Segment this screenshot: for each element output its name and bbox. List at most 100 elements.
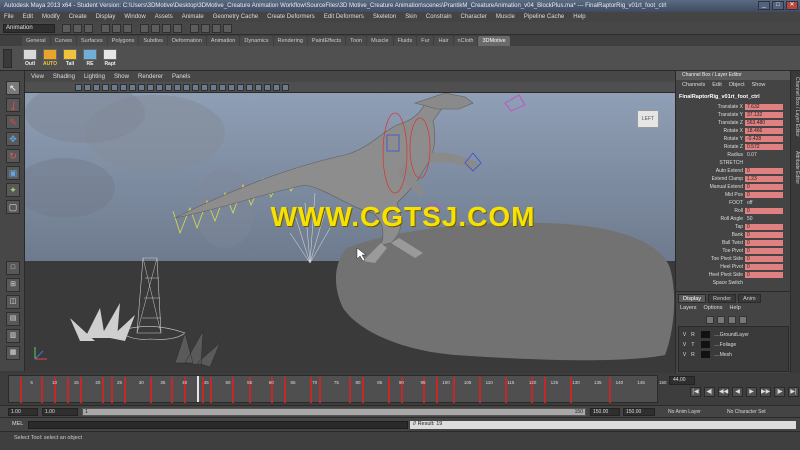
shelf-button-outliner[interactable]: Outl bbox=[22, 49, 38, 68]
cb-menu-show[interactable]: Show bbox=[752, 82, 766, 88]
tab-display[interactable]: Display bbox=[678, 294, 707, 303]
history-icon[interactable] bbox=[190, 24, 199, 33]
move-layer-down-icon[interactable] bbox=[717, 316, 725, 324]
tab-anim[interactable]: Anim bbox=[738, 294, 761, 303]
channel-name[interactable]: Auto Extend bbox=[679, 168, 745, 175]
channel-name[interactable]: Heel Pivot Side bbox=[679, 272, 745, 279]
channel-name[interactable]: Translate Z bbox=[679, 120, 745, 127]
channel-value[interactable]: 0 bbox=[745, 240, 783, 246]
smooth-shade-icon[interactable] bbox=[174, 83, 181, 91]
gate-mask-icon[interactable] bbox=[129, 83, 136, 91]
menu-edit-deformers[interactable]: Edit Deformers bbox=[324, 14, 364, 20]
channel-value[interactable]: 0 bbox=[745, 248, 783, 254]
textured-icon[interactable] bbox=[192, 83, 199, 91]
keyframe-marker[interactable] bbox=[284, 377, 287, 403]
ambient-occlusion-icon[interactable] bbox=[255, 83, 262, 91]
channel-name[interactable]: Tap bbox=[679, 224, 745, 231]
channel-row[interactable]: Bank 0 bbox=[679, 232, 789, 239]
channel-row[interactable]: FOOT off bbox=[679, 200, 789, 207]
channel-value[interactable] bbox=[745, 160, 783, 166]
shelf-tab-surfaces[interactable]: Surfaces bbox=[77, 35, 107, 46]
grid-icon[interactable] bbox=[102, 83, 109, 91]
step-forward-key-button[interactable]: ▶▶ bbox=[760, 387, 771, 397]
channel-value[interactable]: 0 bbox=[745, 184, 783, 190]
render-settings-icon[interactable] bbox=[223, 24, 232, 33]
panel-menu-panels[interactable]: Panels bbox=[172, 74, 190, 80]
menu-animate[interactable]: Animate bbox=[182, 14, 204, 20]
channel-value[interactable]: 0 bbox=[745, 264, 783, 270]
layer-color-swatch[interactable] bbox=[700, 351, 710, 359]
channel-row[interactable]: Manual Extend 0 bbox=[679, 184, 789, 191]
channel-name[interactable]: Space Switch bbox=[679, 280, 745, 287]
channel-row[interactable]: Translate X 7.632 bbox=[679, 104, 789, 111]
menu-display[interactable]: Display bbox=[96, 14, 116, 20]
shelf-tab-fur[interactable]: Fur bbox=[417, 35, 434, 46]
persp-outliner-layout-icon[interactable]: ▤ bbox=[6, 312, 20, 326]
shadows-icon[interactable] bbox=[210, 83, 217, 91]
keyframe-marker[interactable] bbox=[479, 377, 482, 403]
panel-menu-show[interactable]: Show bbox=[114, 74, 129, 80]
menu-skin[interactable]: Skin bbox=[405, 14, 417, 20]
channel-name[interactable]: Toe Pivot bbox=[679, 248, 745, 255]
channel-row[interactable]: Rotate Z 0.572 bbox=[679, 144, 789, 151]
channel-row[interactable]: STRETCH bbox=[679, 160, 789, 167]
channel-value[interactable] bbox=[745, 280, 783, 286]
scene-view[interactable] bbox=[25, 93, 675, 373]
channel-row[interactable]: Ball Twist 0 bbox=[679, 240, 789, 247]
layer-menu-layers[interactable]: Layers bbox=[680, 305, 697, 311]
channel-name[interactable]: Ball Twist bbox=[679, 240, 745, 247]
channel-value[interactable]: 50 bbox=[745, 216, 783, 222]
menu-skeleton[interactable]: Skeleton bbox=[373, 14, 396, 20]
shelf-tab-rendering[interactable]: Rendering bbox=[273, 35, 307, 46]
keyframe-marker[interactable] bbox=[435, 377, 438, 403]
layer-type-toggle[interactable]: R bbox=[689, 351, 696, 360]
channel-name[interactable]: Bank bbox=[679, 232, 745, 239]
xray-icon[interactable] bbox=[219, 83, 226, 91]
channel-value[interactable]: 0 bbox=[745, 224, 783, 230]
field-chart-icon[interactable] bbox=[138, 83, 145, 91]
keyframe-marker[interactable] bbox=[609, 377, 612, 403]
channel-row[interactable]: Space Switch bbox=[679, 280, 789, 287]
select-object-icon[interactable] bbox=[112, 24, 121, 33]
keyframe-marker[interactable] bbox=[318, 377, 321, 403]
keyframe-marker[interactable] bbox=[41, 377, 44, 403]
motion-blur-icon[interactable] bbox=[282, 83, 289, 91]
shelf-tab-deformation[interactable]: Deformation bbox=[167, 35, 206, 46]
layer-row[interactable]: V T ....Foliage bbox=[681, 341, 787, 350]
shelf-tab-dynamics[interactable]: Dynamics bbox=[240, 35, 273, 46]
keyframe-marker[interactable] bbox=[388, 377, 391, 403]
character-set-select[interactable]: No Character Set bbox=[727, 409, 766, 415]
channel-value[interactable]: 37.132 bbox=[745, 112, 783, 118]
shelf-tab-general[interactable]: General bbox=[22, 35, 50, 46]
safe-title-icon[interactable] bbox=[156, 83, 163, 91]
channel-name[interactable]: FOOT bbox=[679, 200, 745, 207]
keyframe-marker[interactable] bbox=[544, 377, 547, 403]
keyframe-marker[interactable] bbox=[149, 377, 152, 403]
move-tool-icon[interactable]: ✥ bbox=[6, 132, 20, 146]
menu-assets[interactable]: Assets bbox=[155, 14, 173, 20]
channel-row[interactable]: Auto Extend 0 bbox=[679, 168, 789, 175]
channel-value[interactable]: 18.466 bbox=[745, 128, 783, 134]
hypershade-layout-icon[interactable]: ▦ bbox=[6, 346, 20, 360]
channel-row[interactable]: Roll Angle 50 bbox=[679, 216, 789, 223]
shelf-tab-subdivs[interactable]: Subdivs bbox=[139, 35, 167, 46]
menu-geometry-cache[interactable]: Geometry Cache bbox=[213, 14, 258, 20]
wireframe-on-shaded-icon[interactable] bbox=[183, 83, 190, 91]
snap-curve-icon[interactable] bbox=[151, 24, 160, 33]
channel-row[interactable]: Tap 0 bbox=[679, 224, 789, 231]
channel-row[interactable]: Radius 0.07 bbox=[679, 152, 789, 159]
channel-row[interactable]: Toe Pivot 0 bbox=[679, 248, 789, 255]
new-scene-icon[interactable] bbox=[62, 24, 71, 33]
channel-value[interactable]: 1.23 bbox=[745, 176, 783, 182]
close-button[interactable]: ✕ bbox=[786, 1, 798, 10]
shelf-tab-polygons[interactable]: Polygons bbox=[107, 35, 139, 46]
graph-editor-layout-icon[interactable]: ▥ bbox=[6, 329, 20, 343]
channel-value[interactable]: -0.428 bbox=[745, 136, 783, 142]
keyframe-marker[interactable] bbox=[123, 377, 126, 403]
two-pane-layout-icon[interactable]: ◫ bbox=[6, 295, 20, 309]
paint-select-tool-icon[interactable]: ✎ bbox=[6, 115, 20, 129]
keyframe-marker[interactable] bbox=[349, 377, 352, 403]
layer-color-swatch[interactable] bbox=[700, 341, 710, 349]
channel-row[interactable]: Heel Pivot Side 0 bbox=[679, 272, 789, 279]
selected-object-name[interactable]: FinalRaptorRig_v01rt_foot_ctrl bbox=[679, 92, 789, 102]
